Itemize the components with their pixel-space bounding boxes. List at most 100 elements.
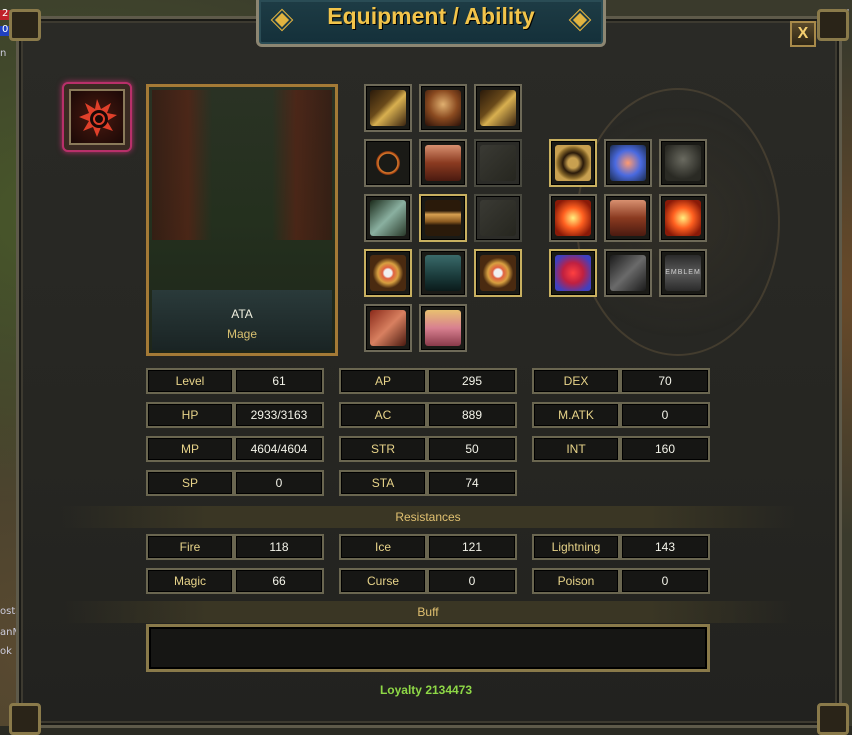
character-class: Mage	[226, 327, 258, 341]
bg-hud-text: 2	[2, 8, 9, 19]
bg-chat-text: ok	[0, 646, 12, 657]
curtain-decoration	[272, 90, 332, 240]
mask-slot[interactable]	[659, 139, 707, 187]
stat-label: INT	[532, 436, 620, 462]
frame-corner	[817, 9, 849, 41]
stat-value: 0	[427, 568, 517, 594]
stat-label: Poison	[532, 568, 620, 594]
ring-icon	[370, 255, 406, 291]
close-button[interactable]: X	[790, 21, 816, 47]
resistances-header: Resistances	[60, 506, 796, 528]
pants-icon	[425, 255, 461, 291]
pants-slot[interactable]	[419, 249, 467, 297]
stat-value: 70	[620, 368, 710, 394]
stat-label: M.ATK	[532, 402, 620, 428]
pauldron-icon	[370, 310, 406, 346]
empty-slot[interactable]	[474, 139, 522, 187]
weapon-slot[interactable]	[364, 84, 412, 132]
curtain-decoration	[152, 90, 212, 240]
shield-slot[interactable]	[474, 84, 522, 132]
wreath-slot[interactable]	[549, 139, 597, 187]
character-name: ATA	[231, 307, 253, 321]
stat-value: 0	[620, 568, 710, 594]
stat-label: HP	[146, 402, 234, 428]
stat-value: 143	[620, 534, 710, 560]
empty-icon	[480, 200, 516, 236]
armor-slot[interactable]	[419, 139, 467, 187]
belt-slot[interactable]	[419, 194, 467, 242]
stat-value: 295	[427, 368, 517, 394]
stat-label: SP	[146, 470, 234, 496]
armor-icon	[425, 145, 461, 181]
stat-value: 61	[234, 368, 324, 394]
boots-icon	[425, 310, 461, 346]
boots-slot[interactable]	[419, 304, 467, 352]
ring-left-slot[interactable]	[364, 249, 412, 297]
stat-value: 74	[427, 470, 517, 496]
frame-corner	[9, 703, 41, 735]
stat-label: DEX	[532, 368, 620, 394]
empty-slot[interactable]	[474, 194, 522, 242]
stat-label: Magic	[146, 568, 234, 594]
fire-gloves-right-slot[interactable]	[659, 194, 707, 242]
buff-header: Buff	[60, 601, 796, 623]
hat-icon	[480, 90, 516, 126]
stat-value: 118	[234, 534, 324, 560]
window-title: Equipment / Ability	[327, 3, 535, 29]
empty-icon	[480, 145, 516, 181]
stat-label: Curse	[339, 568, 427, 594]
stat-label: Level	[146, 368, 234, 394]
mask-icon	[665, 145, 701, 181]
stat-value: 889	[427, 402, 517, 428]
stat-label: STR	[339, 436, 427, 462]
star-icon	[555, 255, 591, 291]
stat-value: 66	[234, 568, 324, 594]
wreath-icon	[555, 145, 591, 181]
belt-icon	[425, 200, 461, 236]
stat-label: AC	[339, 402, 427, 428]
fairy-slot[interactable]	[604, 139, 652, 187]
fairy-icon	[610, 145, 646, 181]
necklace-slot[interactable]	[364, 139, 412, 187]
stat-label: MP	[146, 436, 234, 462]
gloves-slot[interactable]	[364, 194, 412, 242]
frame-corner	[9, 9, 41, 41]
ring-icon	[480, 255, 516, 291]
gloves-icon	[370, 200, 406, 236]
stat-value: 0	[234, 470, 324, 496]
stat-label: Fire	[146, 534, 234, 560]
frame-corner	[817, 703, 849, 735]
stat-value: 4604/4604	[234, 436, 324, 462]
hat-icon	[370, 90, 406, 126]
stat-value: 160	[620, 436, 710, 462]
character-portrait: ATA Mage	[146, 84, 338, 356]
pauldron-slot[interactable]	[364, 304, 412, 352]
stat-label: Ice	[339, 534, 427, 560]
stat-label: STA	[339, 470, 427, 496]
armor-icon	[610, 200, 646, 236]
emblem-slot[interactable]: EMBLEM	[659, 249, 707, 297]
loyalty-points: Loyalty 2134473	[379, 683, 473, 697]
wing-slot[interactable]	[604, 249, 652, 297]
necklace-icon	[370, 145, 406, 181]
star-slot[interactable]	[549, 249, 597, 297]
class-emblem[interactable]	[62, 82, 132, 152]
stat-value: 50	[427, 436, 517, 462]
buff-list[interactable]	[146, 624, 710, 672]
ring-right-slot[interactable]	[474, 249, 522, 297]
fire-gloves-left-slot[interactable]	[549, 194, 597, 242]
emblem-icon: EMBLEM	[665, 255, 701, 291]
wing-icon	[610, 255, 646, 291]
fire-icon	[665, 200, 701, 236]
helmet-icon	[425, 90, 461, 126]
helmet-slot[interactable]	[419, 84, 467, 132]
cospre-armor-slot[interactable]	[604, 194, 652, 242]
bg-hud-text: n	[0, 48, 7, 59]
window-titlebar[interactable]: Equipment / Ability	[256, 0, 606, 47]
stat-value: 0	[620, 402, 710, 428]
fire-icon	[555, 200, 591, 236]
stat-label: Lightning	[532, 534, 620, 560]
stat-value: 121	[427, 534, 517, 560]
stat-label: AP	[339, 368, 427, 394]
stat-value: 2933/3163	[234, 402, 324, 428]
